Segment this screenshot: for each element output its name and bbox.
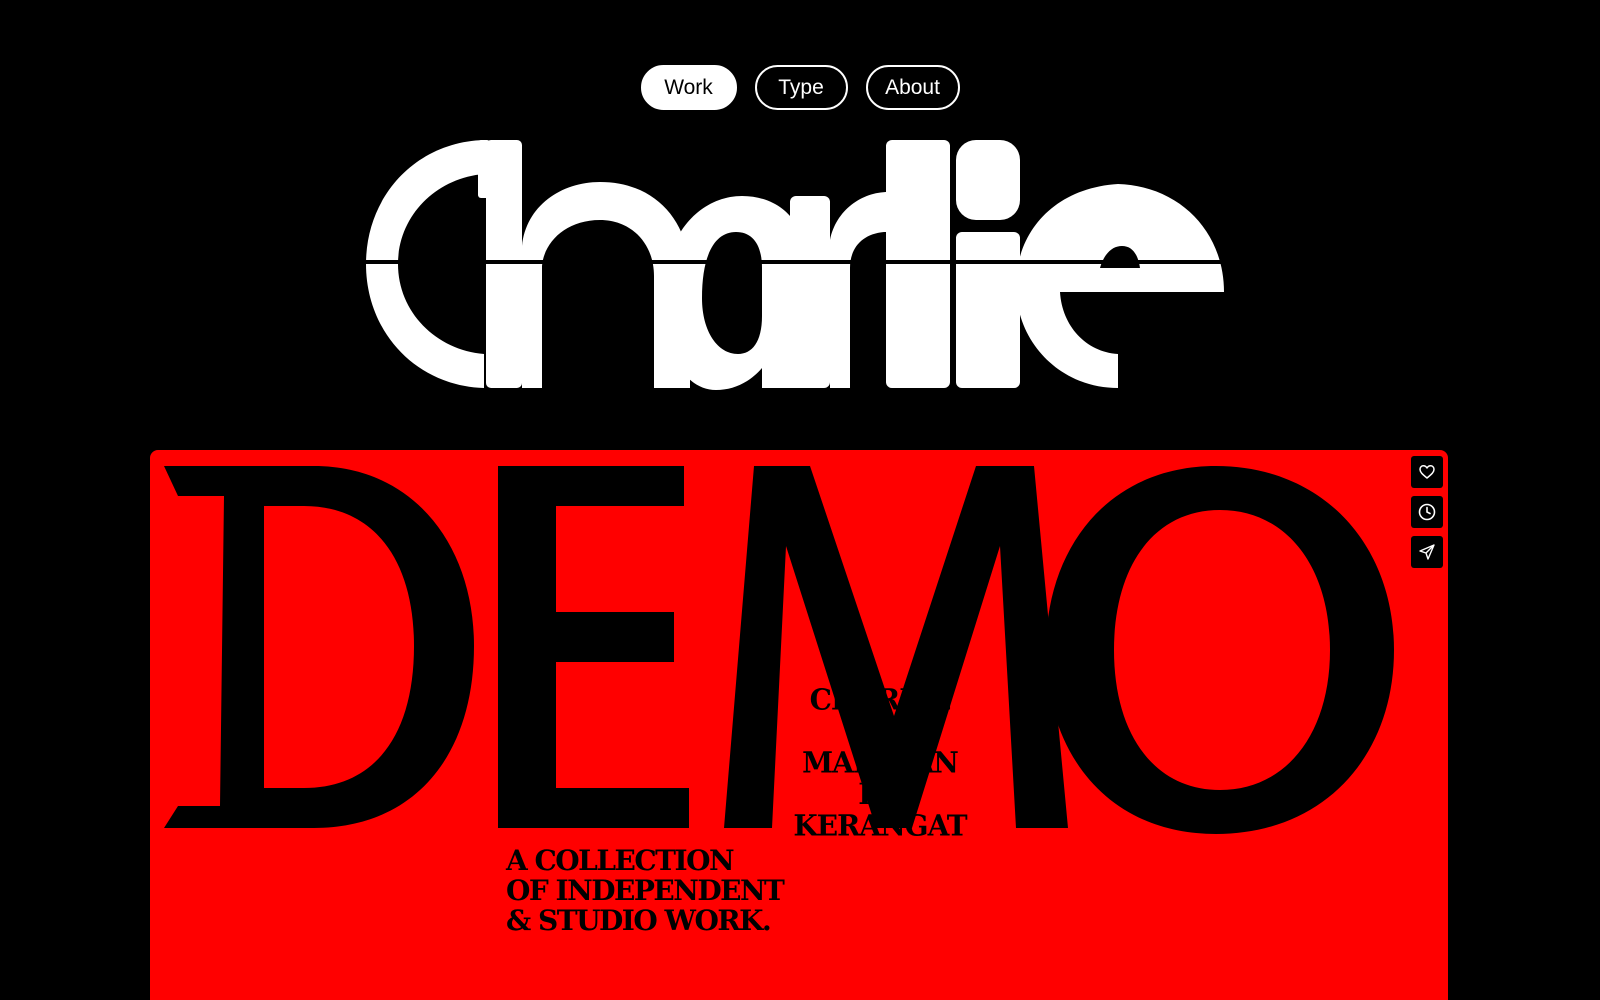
- top-nav: Work Type About: [0, 65, 1600, 110]
- author-name: CHARLIE LE MAIGNAN DE KERANGAT: [770, 684, 990, 842]
- tagline: A COLLECTION OF INDEPENDENT & STUDIO WOR…: [506, 846, 826, 936]
- name-line: MAIGNAN: [802, 745, 959, 780]
- share-button[interactable]: [1411, 536, 1443, 568]
- name-line: LE: [860, 713, 900, 749]
- hero-card[interactable]: CHARLIE LE MAIGNAN DE KERANGAT A COLLECT…: [150, 450, 1448, 1000]
- history-button[interactable]: [1411, 496, 1443, 528]
- nav-about[interactable]: About: [865, 65, 960, 110]
- nav-work[interactable]: Work: [640, 65, 737, 110]
- logo-wordmark: [366, 140, 1246, 390]
- send-icon: [1419, 544, 1435, 560]
- clock-icon: [1418, 503, 1436, 521]
- nav-type[interactable]: Type: [754, 65, 848, 110]
- like-button[interactable]: [1411, 456, 1443, 488]
- site-logo[interactable]: [366, 136, 1246, 392]
- tagline-line: & STUDIO WORK.: [506, 904, 772, 937]
- tagline-line: A COLLECTION: [506, 844, 735, 877]
- heart-icon: [1419, 465, 1435, 479]
- name-line: DE: [858, 776, 903, 812]
- name-line: CHARLIE: [809, 682, 952, 717]
- page: Work Type About CHARLIE LE MAIGNAN DE KE…: [0, 0, 1600, 1000]
- name-line: KERANGAT: [793, 808, 967, 843]
- tagline-line: OF INDEPENDENT: [506, 874, 785, 907]
